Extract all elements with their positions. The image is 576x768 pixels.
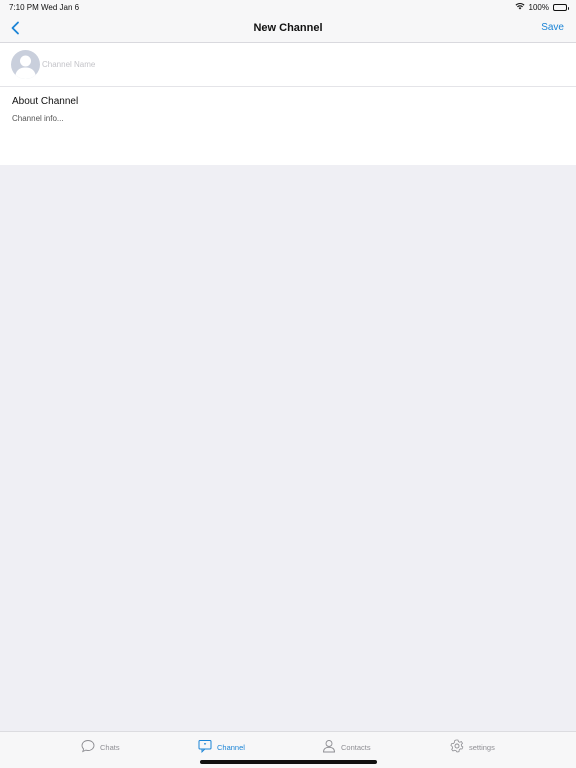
- person-icon: [322, 739, 336, 755]
- person-placeholder-icon: [15, 55, 36, 79]
- tab-settings-label: settings: [469, 742, 495, 752]
- tab-chats-label: Chats: [100, 742, 120, 752]
- tab-chats[interactable]: Chats: [81, 739, 120, 755]
- navigation-bar: New Channel Save: [0, 14, 576, 43]
- channel-info-input[interactable]: [12, 111, 552, 125]
- battery-percent: 100%: [528, 2, 549, 12]
- save-button[interactable]: Save: [541, 22, 564, 33]
- channel-name-input[interactable]: [42, 57, 462, 71]
- chat-bubble-icon: [81, 739, 95, 755]
- battery-icon: [553, 3, 569, 11]
- gear-icon: [450, 739, 464, 755]
- tab-channel-label: Channel: [217, 742, 245, 752]
- channel-icon: ": [198, 739, 212, 755]
- status-date: Wed Jan 6: [41, 3, 80, 12]
- tab-settings[interactable]: settings: [450, 739, 495, 755]
- tab-contacts-label: Contacts: [341, 742, 371, 752]
- channel-name-row: [0, 43, 576, 87]
- status-bar: 7:10 PM Wed Jan 6 100%: [0, 0, 576, 14]
- avatar[interactable]: [11, 50, 40, 79]
- home-indicator: [200, 760, 377, 764]
- about-channel-title: About Channel: [12, 96, 79, 107]
- page-title: New Channel: [253, 22, 323, 34]
- wifi-icon: [515, 2, 525, 12]
- status-right: 100%: [515, 2, 569, 12]
- status-time: 7:10 PM: [9, 3, 39, 12]
- tab-contacts[interactable]: Contacts: [322, 739, 371, 755]
- channel-form: About Channel: [0, 43, 576, 165]
- tab-channel[interactable]: " Channel: [198, 739, 245, 755]
- svg-text:": ": [204, 743, 207, 749]
